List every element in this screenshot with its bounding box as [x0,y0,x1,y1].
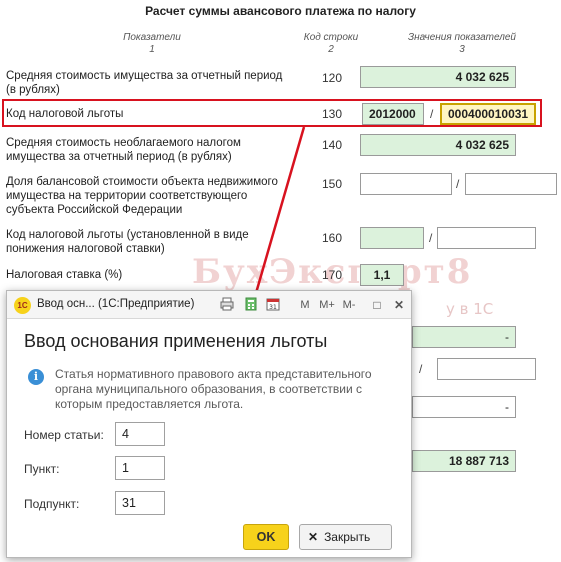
article-number-label: Номер статьи: [24,428,104,442]
info-icon: i [28,369,44,385]
subclause-input[interactable]: 31 [115,491,165,515]
maximize-icon[interactable]: □ [369,297,385,313]
print-icon[interactable] [219,297,235,313]
close-x-icon: ✕ [308,530,319,544]
clause-input[interactable]: 1 [115,456,165,480]
article-number-input[interactable]: 4 [115,422,165,446]
dialog-titlebar[interactable]: 1С Ввод осн... (1С:Предприятие) 31 M M+ … [7,291,411,319]
clause-label: Пункт: [24,462,60,476]
close-button[interactable]: ✕ Закрыть [299,524,392,550]
calendar-icon[interactable]: 31 [265,297,281,313]
svg-text:31: 31 [269,304,277,311]
callout-line-path [252,126,306,301]
benefit-basis-dialog: 1С Ввод осн... (1С:Предприятие) 31 M M+ … [6,290,412,558]
close-icon[interactable]: ✕ [391,297,407,313]
dialog-heading: Ввод основания применения льготы [24,331,328,351]
dialog-window-title: Ввод осн... (1С:Предприятие) [37,298,195,310]
memory-plus-icon[interactable]: M+ [317,297,337,313]
calculator-icon[interactable] [243,297,259,313]
subclause-label: Подпункт: [24,497,80,511]
info-text: Статья нормативного правового акта предс… [55,367,372,411]
close-button-label: Закрыть [324,530,371,544]
memory-m-icon[interactable]: M [297,297,313,313]
memory-minus-icon[interactable]: M- [339,297,359,313]
logo-1c-icon: 1С [14,297,31,314]
ok-button[interactable]: OK [243,524,289,550]
